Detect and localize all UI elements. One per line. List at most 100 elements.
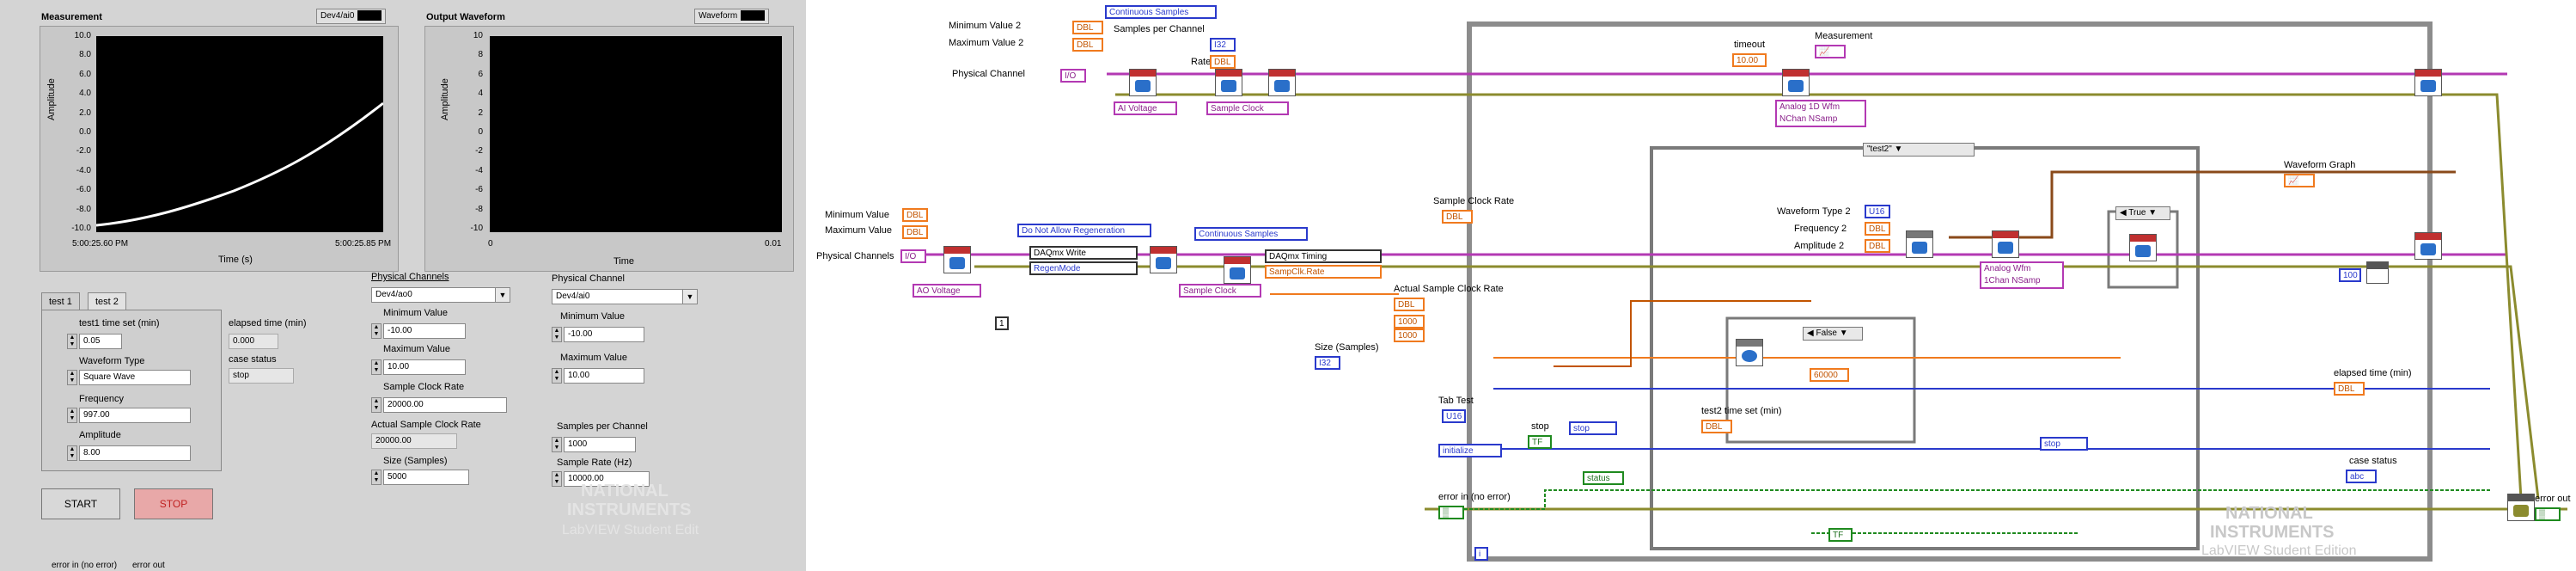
bd-daqmx-timing-node[interactable]: DAQmx Timing [1265, 249, 1382, 263]
maximum-value-2-stepper[interactable]: ▲ ▼ [552, 368, 562, 384]
amplitude-input[interactable]: 8.00 [79, 445, 191, 461]
bd-status-unbundle[interactable]: status [1583, 471, 1624, 485]
sample-clock-rate-input[interactable]: 20000.00 [383, 397, 507, 413]
bd-stop-terminal[interactable]: TF [1528, 435, 1552, 449]
stop-button[interactable]: STOP [134, 488, 213, 519]
start-button[interactable]: START [41, 488, 120, 519]
bd-stop-enum-2[interactable]: stop [2040, 437, 2088, 451]
bd-ai-voltage-selector[interactable]: AI Voltage [1114, 101, 1177, 115]
daqmx-start-ao-vi[interactable] [2129, 234, 2157, 261]
size-samples-input[interactable]: 5000 [383, 470, 469, 485]
daqmx-start-ai-vi[interactable] [1268, 69, 1296, 96]
wait-ms-icon[interactable] [2366, 261, 2389, 284]
bd-continuous-samples-mid[interactable]: Continuous Samples [1194, 227, 1308, 241]
bd-waveform-type-2-terminal[interactable]: U16 [1865, 205, 1890, 218]
daqmx-create-channel-ai-vi[interactable] [1129, 69, 1157, 96]
frequency-stepper[interactable]: ▲ ▼ [67, 408, 77, 423]
bd-error-out-terminal[interactable]: ▒ [2535, 507, 2561, 521]
minimum-value-2-input[interactable]: -10.00 [564, 327, 644, 342]
frequency-input[interactable]: 997.00 [79, 408, 191, 423]
bd-elapsed-time-terminal[interactable]: DBL [2334, 382, 2365, 396]
test1-time-input[interactable]: 0.05 [79, 334, 122, 349]
maximum-value-2-input[interactable]: 10.00 [564, 368, 644, 384]
bd-timeout-constant[interactable]: 10.00 [1732, 53, 1767, 67]
tab-test-2[interactable]: test 2 [88, 292, 126, 310]
measurement-graph-plot[interactable] [95, 36, 384, 232]
minimum-value-2-stepper[interactable]: ▲ ▼ [552, 327, 562, 342]
bd-actual-rate-terminal[interactable]: DBL [1394, 298, 1425, 311]
bd-amplitude-2-terminal[interactable]: DBL [1865, 239, 1890, 253]
bd-measurement-terminal[interactable]: 📈 [1815, 45, 1846, 58]
daqmx-stop-ai-vi[interactable] [2414, 69, 2442, 96]
minimum-value-input[interactable]: -10.00 [383, 323, 466, 339]
bd-ao-voltage-selector[interactable]: AO Voltage [913, 284, 981, 298]
physical-channel-input[interactable]: Dev4/ai0 [552, 289, 696, 304]
samples-per-channel-input[interactable]: 1000 [564, 437, 636, 452]
bd-initialize-enum[interactable]: initialize [1438, 444, 1502, 457]
size-samples-stepper[interactable]: ▲ ▼ [371, 470, 382, 485]
waveform-type-stepper[interactable]: ▲ ▼ [67, 370, 77, 385]
bd-const-1000-a[interactable]: 1000 [1394, 315, 1425, 328]
chevron-down-icon[interactable]: ▼ [682, 289, 698, 304]
bd-case-status-terminal[interactable]: abc [2346, 470, 2377, 483]
bd-physical-channels-terminal[interactable]: I/O [900, 249, 926, 263]
bd-frequency-2-terminal[interactable]: DBL [1865, 222, 1890, 236]
elapsed-time-express-vi[interactable] [1736, 339, 1763, 366]
bd-max-value-terminal[interactable]: DBL [902, 225, 928, 239]
daqmx-write-vi[interactable] [1150, 246, 1177, 273]
maximum-value-stepper[interactable]: ▲ ▼ [371, 359, 382, 375]
bd-sample-clock-rate-terminal[interactable]: DBL [1442, 210, 1473, 224]
chevron-down-icon[interactable]: ▼ [495, 287, 510, 303]
bd-waveform-graph-terminal[interactable]: 📈 [2284, 174, 2315, 187]
bd-sample-clock-selector-top[interactable]: Sample Clock [1206, 101, 1289, 115]
physical-channels-input[interactable]: Dev4/ao0 [371, 287, 507, 303]
bd-case-selector-true[interactable]: ◀ True ▼ [2115, 206, 2170, 220]
bd-physical-channel-terminal[interactable]: I/O [1060, 69, 1086, 83]
samples-per-channel-stepper[interactable]: ▲ ▼ [552, 437, 562, 452]
bd-const-1000-b[interactable]: 1000 [1394, 328, 1425, 342]
bd-const-100[interactable]: 100 [2339, 268, 2361, 282]
bd-stop-enum-1[interactable]: stop [1569, 421, 1617, 435]
output-legend[interactable]: Waveform [694, 9, 770, 24]
bd-max-value-2-terminal[interactable]: DBL [1072, 38, 1103, 52]
daqmx-write-wfm-vi[interactable] [1992, 230, 2019, 258]
bd-tab-test-terminal[interactable]: U16 [1442, 409, 1466, 423]
daqmx-timing-ai-vi[interactable] [1215, 69, 1242, 96]
basic-function-generator-vi[interactable] [1906, 230, 1933, 258]
bd-case-selector-test2[interactable]: "test2" ▼ [1863, 143, 1975, 157]
bd-regen-mode-node[interactable]: RegenMode [1029, 261, 1138, 275]
amplitude-stepper[interactable]: ▲ ▼ [67, 445, 77, 461]
measurement-legend[interactable]: Dev4/ai0 [316, 9, 387, 24]
output-graph-plot[interactable] [490, 36, 782, 232]
daqmx-create-channel-ao-vi[interactable] [943, 246, 971, 273]
minimum-value-stepper[interactable]: ▲ ▼ [371, 323, 382, 339]
bd-regen-constant[interactable]: Do Not Allow Regeneration [1017, 224, 1151, 237]
bd-analog-wfm-selector[interactable]: Analog Wfm 1Chan NSamp [1980, 261, 2064, 289]
bd-continuous-samples-top[interactable]: Continuous Samples [1105, 5, 1217, 19]
bd-rate-terminal[interactable]: DBL [1210, 55, 1236, 69]
bd-true-constant[interactable]: TF [1828, 528, 1853, 542]
bd-sample-clock-selector-mid[interactable]: Sample Clock [1179, 284, 1261, 298]
bd-min-value-terminal[interactable]: DBL [902, 208, 928, 222]
bd-case-selector-false[interactable]: ◀ False ▼ [1803, 327, 1863, 341]
daqmx-read-vi[interactable] [1782, 69, 1810, 96]
bd-test2-time-terminal[interactable]: DBL [1701, 420, 1732, 433]
maximum-value-input[interactable]: 10.00 [383, 359, 466, 375]
daqmx-timing-ao-vi[interactable] [1224, 256, 1251, 284]
waveform-type-ring[interactable]: Square Wave [79, 370, 191, 385]
bd-daqmx-write-node[interactable]: DAQmx Write [1029, 246, 1138, 260]
test1-time-stepper[interactable]: ▲ ▼ [67, 334, 77, 349]
bd-size-samples-terminal[interactable]: I32 [1315, 356, 1340, 370]
tab-test-1[interactable]: test 1 [41, 292, 80, 310]
bd-samples-per-channel-terminal[interactable]: I32 [1210, 38, 1236, 52]
bd-min-value-2-terminal[interactable]: DBL [1072, 21, 1103, 34]
bd-analog-1d-wfm-selector[interactable]: Analog 1D Wfm NChan NSamp [1775, 100, 1866, 127]
daqmx-clear-task-vi[interactable] [2507, 494, 2535, 521]
sample-rate-stepper[interactable]: ▲ ▼ [552, 471, 562, 487]
bd-sampclk-rate-node[interactable]: SampClk.Rate [1265, 265, 1382, 279]
daqmx-stop-task-vi[interactable] [2414, 232, 2442, 260]
bd-const-60000[interactable]: 60000 [1810, 368, 1849, 382]
bd-index-constant[interactable]: 1 [995, 316, 1009, 330]
sample-clock-rate-stepper[interactable]: ▲ ▼ [371, 397, 382, 413]
bd-error-in-terminal[interactable]: ▒ [1438, 506, 1464, 519]
